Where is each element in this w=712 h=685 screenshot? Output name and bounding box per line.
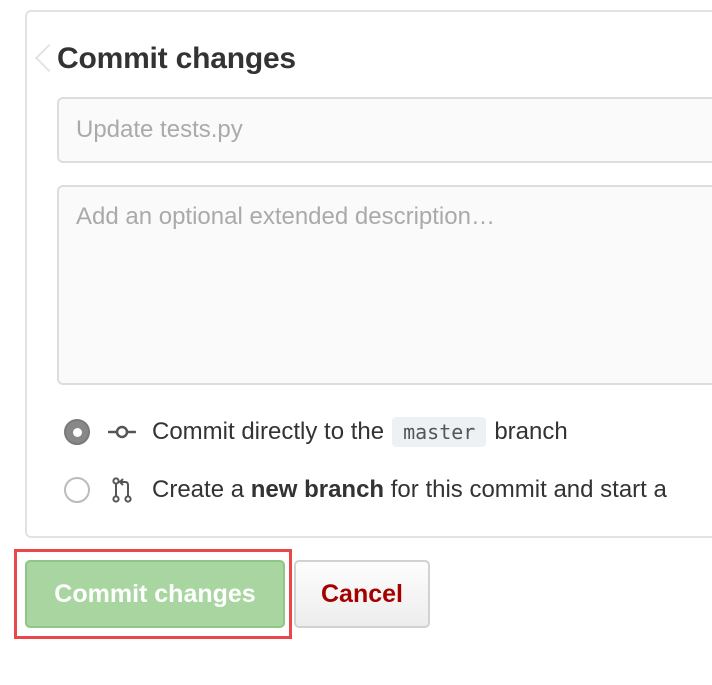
commit-summary-input[interactable] (57, 97, 712, 163)
option-new-branch[interactable]: Create a new branch for this commit and … (64, 470, 667, 510)
commit-directly-text-after: branch (494, 418, 568, 445)
new-branch-label: Create a new branch for this commit and … (152, 476, 667, 504)
commit-form-title: Commit changes (57, 42, 296, 75)
new-branch-bold: new branch (250, 476, 385, 503)
commit-changes-screen: Commit changes Commit directly to the ma… (0, 0, 712, 685)
new-branch-radio[interactable] (64, 477, 90, 503)
git-pull-request-icon (108, 476, 136, 504)
commit-directly-text: Commit directly to the (152, 418, 385, 445)
new-branch-text: Create a (152, 476, 245, 503)
branch-name-badge: master (392, 417, 487, 447)
option-commit-directly[interactable]: Commit directly to the master branch (64, 412, 568, 452)
commit-description-textarea[interactable] (57, 185, 712, 385)
commit-directly-radio[interactable] (64, 419, 90, 445)
commit-directly-label: Commit directly to the master branch (152, 417, 568, 447)
commit-changes-button[interactable]: Commit changes (25, 560, 285, 628)
commit-form-panel: Commit changes Commit directly to the ma… (25, 10, 712, 538)
git-commit-icon (108, 418, 136, 446)
new-branch-text-after: for this commit and start a (390, 476, 667, 503)
cancel-button[interactable]: Cancel (294, 560, 430, 628)
